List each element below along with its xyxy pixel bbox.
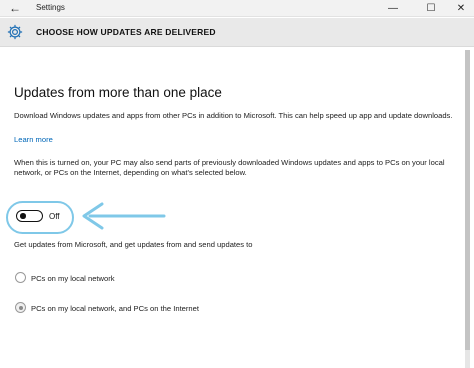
- close-button[interactable]: ✕: [448, 0, 474, 17]
- scrollbar-thumb[interactable]: [465, 50, 470, 350]
- back-arrow-icon[interactable]: ←: [8, 1, 22, 15]
- radio-local-network[interactable]: [15, 272, 26, 283]
- page-title: CHOOSE HOW UPDATES ARE DELIVERED: [36, 27, 216, 37]
- toggle-knob: [20, 213, 26, 219]
- gear-icon: [7, 24, 23, 40]
- maximize-button[interactable]: ☐: [418, 0, 444, 17]
- toggle-description-text: When this is turned on, your PC may also…: [14, 158, 445, 178]
- annotation-arrow-icon: [82, 202, 166, 230]
- radio-label-local-network[interactable]: PCs on my local network: [31, 274, 115, 283]
- page-header: CHOOSE HOW UPDATES ARE DELIVERED: [0, 18, 474, 47]
- radio-label-local-and-internet[interactable]: PCs on my local network, and PCs on the …: [31, 304, 199, 313]
- source-prompt-text: Get updates from Microsoft, and get upda…: [14, 240, 253, 249]
- learn-more-link[interactable]: Learn more: [14, 135, 53, 144]
- delivery-optimization-toggle[interactable]: [16, 210, 43, 222]
- radio-selected-dot: [19, 306, 23, 310]
- section-title: Updates from more than one place: [14, 85, 222, 100]
- minimize-button[interactable]: —: [380, 0, 406, 17]
- radio-local-and-internet[interactable]: [15, 302, 26, 313]
- title-bar: ← Settings — ☐ ✕: [0, 0, 474, 17]
- description-text: Download Windows updates and apps from o…: [14, 111, 453, 120]
- window-title: Settings: [36, 3, 65, 12]
- toggle-state-label: Off: [49, 212, 60, 221]
